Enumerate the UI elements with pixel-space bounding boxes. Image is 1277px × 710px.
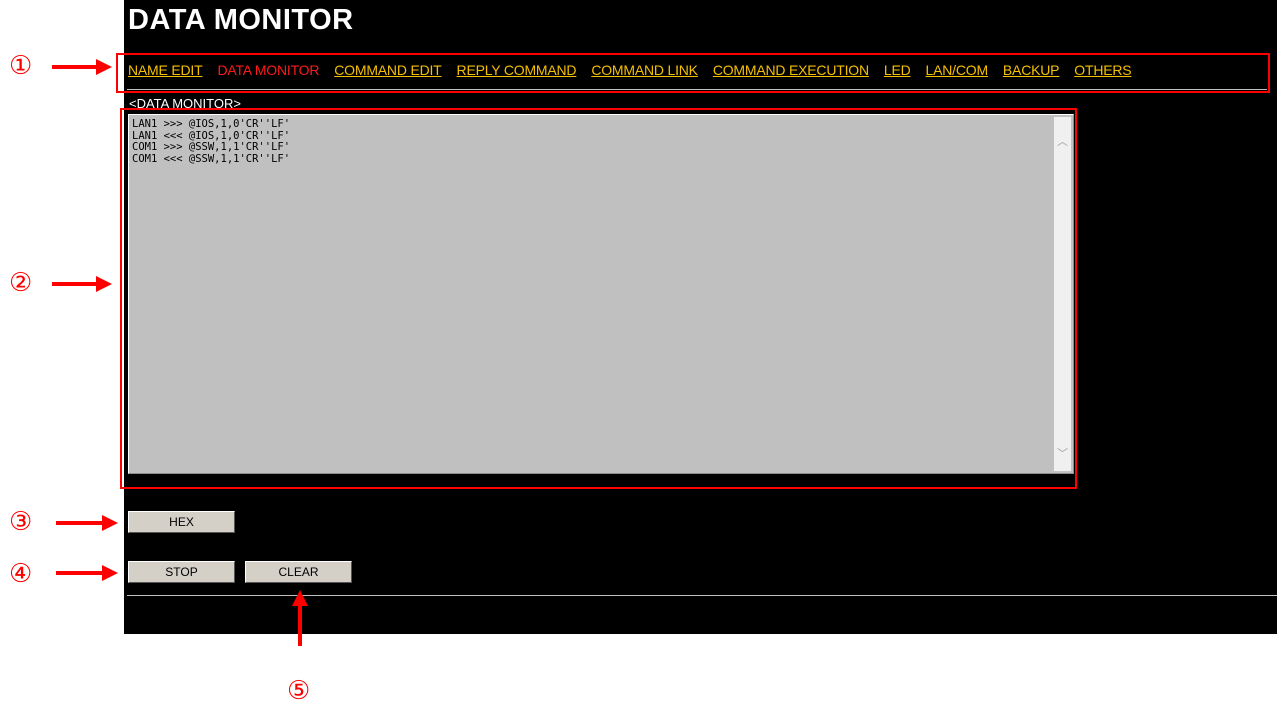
arrow-right-icon bbox=[96, 276, 112, 292]
annotation-arrow-2 bbox=[52, 282, 98, 286]
highlight-box-monitor bbox=[120, 108, 1077, 489]
clear-button[interactable]: CLEAR bbox=[245, 561, 352, 583]
annotation-marker-2: ② bbox=[9, 268, 33, 298]
annotation-arrow-1 bbox=[52, 65, 98, 69]
annotation-arrow-3 bbox=[56, 521, 104, 525]
hex-button[interactable]: HEX bbox=[128, 511, 235, 533]
annotation-marker-4: ④ bbox=[9, 559, 33, 589]
stop-button[interactable]: STOP bbox=[128, 561, 235, 583]
highlight-box-nav bbox=[116, 53, 1270, 93]
arrow-right-icon bbox=[102, 565, 118, 581]
annotation-arrow-5 bbox=[298, 604, 302, 646]
annotation-marker-5: ⑤ bbox=[287, 676, 311, 706]
annotation-arrow-4 bbox=[56, 571, 104, 575]
arrow-right-icon bbox=[102, 515, 118, 531]
annotation-marker-1: ① bbox=[9, 51, 33, 81]
annotation-marker-3: ③ bbox=[9, 507, 33, 537]
page-title: DATA MONITOR bbox=[128, 4, 354, 36]
arrow-right-icon bbox=[96, 59, 112, 75]
